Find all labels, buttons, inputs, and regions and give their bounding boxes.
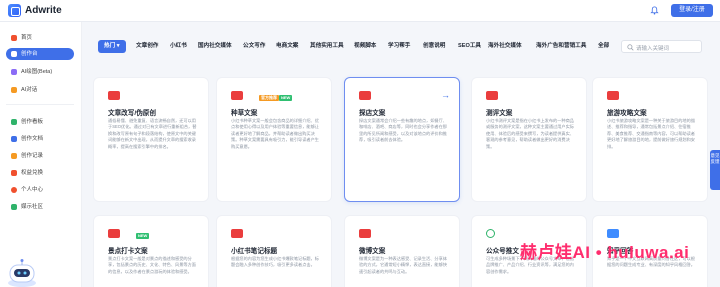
tool-card[interactable]: 旅游攻略文案 小红书旅游攻略文案是一种关于旅游目的地的描述、推荐和指导，通常包括… — [592, 77, 708, 202]
sidebar-item-label: 个人中心 — [21, 187, 44, 193]
wechat-icon — [486, 229, 495, 238]
card-title: 种草文案 — [231, 110, 258, 117]
category-tabs: 热门 ▾ 文章创作 小红书 国内社交媒体 公文写作 电商文案 其他实用工具 视频… — [98, 40, 698, 53]
tool-card[interactable]: 文章改写/伪原创 通俗易懂、避免重复、语言流畅自然，还可以用于SEO优化。通过对… — [93, 77, 209, 202]
card-title: 景点打卡文案 — [108, 248, 148, 255]
sidebar-item-profile[interactable]: 个人中心 — [6, 184, 74, 196]
sidebar-item-label: 媒示社区 — [21, 204, 44, 210]
sidebar-item-workbench[interactable]: 创作台 — [6, 48, 74, 60]
tab-all[interactable]: 全部 — [598, 40, 609, 53]
card-title: 小红书笔记标题 — [231, 248, 278, 255]
tab-seo[interactable]: SEO工具 — [458, 40, 481, 53]
tool-icon — [231, 229, 243, 238]
tool-card[interactable]: 小红书笔记标题 根据您的内容为您生成小红书爆款笔记标题，标题会融入多种创作技巧，… — [216, 215, 332, 287]
ai-drawing-icon — [11, 69, 17, 75]
logo-icon[interactable] — [8, 4, 21, 17]
watermark-text: 赫卢娃AI • huluwa.ai — [520, 243, 690, 262]
bell-icon[interactable] — [650, 6, 659, 15]
document-icon — [11, 136, 17, 142]
ai-chat-icon — [11, 87, 17, 93]
tool-icon — [607, 91, 619, 100]
sidebar-item-home[interactable]: 首页 — [6, 32, 74, 44]
card-description: 景点打卡文案一般是对景点的描述和感受的分享，包括景点的历史、文化、特色、风景等方… — [108, 256, 196, 274]
workbench-icon — [11, 51, 17, 57]
tool-icon — [231, 91, 243, 100]
tab-xiaohongshu[interactable]: 小红书 — [170, 40, 187, 53]
card-description: 探店文案通常会介绍一些有趣的地点，如餐厅、咖啡店、酒吧、商店等，同时也会分享作者… — [359, 118, 447, 143]
new-badge: NEW — [136, 233, 150, 239]
new-badge: NEW — [279, 95, 293, 101]
home-icon — [11, 35, 17, 41]
community-icon — [11, 204, 17, 210]
sidebar-item-label: 首页 — [21, 35, 33, 41]
card-description: 小红书测评文案是指在小红书上发布的一种商品或服务的测评文案，这种文案主要通过用户… — [486, 118, 574, 149]
sidebar-item-documents[interactable]: 创作文档 — [6, 133, 74, 145]
card-description: 小红书种草文案一般会包含商品的详细介绍、优点和使用心得以及用户体验等重要信息，能… — [231, 118, 319, 149]
sidebar-item-label: 创作看板 — [21, 119, 44, 125]
tool-card-selected[interactable]: → 探店文案 探店文案通常会介绍一些有趣的地点，如餐厅、咖啡店、酒吧、商店等，同… — [344, 77, 460, 202]
tab-label: 热门 — [104, 43, 116, 49]
tool-card[interactable]: 微博文案 微博文案是为一种表达感受、记录生活、分享体验的方式，它通常短小精悍，表… — [344, 215, 460, 287]
search-placeholder: 请输入关键词 — [636, 46, 670, 52]
tab-domestic-social[interactable]: 国内社交媒体 — [198, 40, 232, 53]
brand-name[interactable]: Adwrite — [25, 5, 62, 16]
search-icon — [627, 44, 634, 51]
tab-video-script[interactable]: 视频脚本 — [354, 40, 376, 53]
tab-creative[interactable]: 创意说明 — [423, 40, 445, 53]
card-title: 旅游攻略文案 — [607, 110, 647, 117]
tab-learning[interactable]: 学习帮手 — [388, 40, 410, 53]
tool-icon — [359, 229, 371, 238]
search-box[interactable]: 请输入关键词 — [621, 40, 702, 53]
login-register-button[interactable]: 登录/注册 — [671, 4, 713, 17]
sidebar-item-label: AI绘图(Beta) — [21, 69, 53, 75]
card-description: 小红书旅游攻略文案是一种关于旅游目的地的描述、推荐和指导，通常包括景点介绍、住宿… — [607, 118, 695, 149]
sidebar-item-label: 创作文档 — [21, 136, 44, 142]
tool-icon — [108, 229, 120, 238]
sidebar-item-redeem[interactable]: 权益兑换 — [6, 167, 74, 179]
tab-article[interactable]: 文章创作 — [136, 40, 158, 53]
dashboard-icon — [11, 119, 17, 125]
card-title: 微博文案 — [359, 248, 386, 255]
tab-other-tools[interactable]: 其他实用工具 — [310, 40, 344, 53]
arrow-right-icon[interactable]: → — [441, 90, 450, 100]
robot-mascot-icon[interactable] — [2, 257, 42, 287]
tool-icon — [359, 91, 371, 100]
card-title: 测评文案 — [486, 110, 513, 117]
tab-overseas-social[interactable]: 海外社交媒体 — [488, 40, 522, 53]
card-description: 微博文案是为一种表达感受、记录生活、分享体验的方式，它通常短小精悍，表达直接，能… — [359, 256, 447, 274]
tab-overseas-ads[interactable]: 海外广告和营销工具 — [536, 40, 586, 53]
tab-hot[interactable]: 热门 ▾ — [98, 40, 126, 53]
tab-official-writing[interactable]: 公文写作 — [243, 40, 265, 53]
sidebar-item-label: 创作记录 — [21, 153, 44, 159]
card-title: 文章改写/伪原创 — [108, 110, 156, 117]
redeem-icon — [11, 170, 17, 176]
history-icon — [11, 153, 17, 159]
card-title: 公众号推文 — [486, 248, 519, 255]
sidebar-divider — [6, 104, 74, 105]
tool-card[interactable]: 官方推荐 NEW 种草文案 小红书种草文案一般会包含商品的详细介绍、优点和使用心… — [216, 77, 332, 202]
sidebar-item-label: 创作台 — [21, 51, 38, 57]
feedback-float-button[interactable]: 意见反馈 — [710, 150, 720, 190]
tool-icon — [486, 91, 498, 100]
tool-icon — [108, 91, 120, 100]
card-description: 通俗易懂、避免重复、语言流畅自然，还可以用于SEO优化。通过对已有文章进行重新组… — [108, 118, 197, 149]
zhihu-icon — [607, 229, 619, 238]
recommend-badge: 官方推荐 — [259, 95, 279, 101]
sidebar-item-dashboard[interactable]: 创作看板 — [6, 116, 74, 128]
sidebar: 首页 创作台 AI绘图(Beta) AI对话 创作看板 创作文档 创作记录 权益… — [0, 22, 82, 287]
sidebar-item-ai-drawing[interactable]: AI绘图(Beta) — [6, 66, 74, 78]
card-title: 探店文案 — [359, 110, 386, 117]
sidebar-item-label: AI对话 — [21, 87, 38, 93]
card-description: 根据您的内容为您生成小红书爆款笔记标题，标题会融入多种创作技巧，吸引更多读者点击… — [231, 256, 319, 268]
sidebar-item-community[interactable]: 媒示社区 — [6, 201, 74, 213]
sidebar-item-label: 权益兑换 — [21, 170, 44, 176]
sidebar-item-ai-chat[interactable]: AI对话 — [6, 84, 74, 96]
tool-card[interactable]: 测评文案 小红书测评文案是指在小红书上发布的一种商品或服务的测评文案，这种文案主… — [471, 77, 587, 202]
top-bar: Adwrite 登录/注册 — [0, 0, 720, 22]
tab-ecommerce[interactable]: 电商文案 — [276, 40, 298, 53]
tool-card[interactable]: NEW 景点打卡文案 景点打卡文案一般是对景点的描述和感受的分享，包括景点的历史… — [93, 215, 209, 287]
sidebar-item-history[interactable]: 创作记录 — [6, 150, 74, 162]
user-icon — [11, 187, 17, 193]
